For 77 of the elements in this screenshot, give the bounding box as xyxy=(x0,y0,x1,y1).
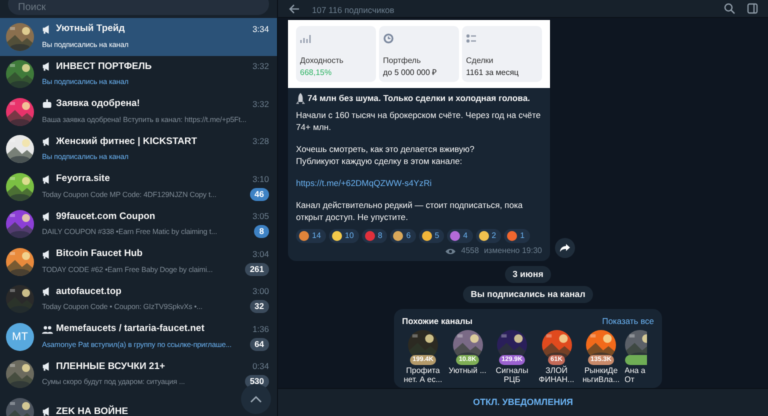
channel-name: Сигналы РЦБ xyxy=(494,366,530,384)
chat-title: Bitcoin Faucet Hub xyxy=(56,247,144,262)
chat-time: 3:04 xyxy=(252,248,269,261)
list-icon xyxy=(466,32,477,44)
eye-icon xyxy=(445,248,456,254)
chat-time: 0:34 xyxy=(252,360,269,374)
chat-title: 99faucet.com Coupon xyxy=(56,210,156,224)
share-arrow-icon xyxy=(560,244,570,252)
rocket-icon xyxy=(296,92,305,104)
stat-label: Сделки xyxy=(466,55,494,67)
stat-value: 1161 за месяц xyxy=(466,67,520,79)
unread-count: 32 xyxy=(250,300,269,314)
back-arrow-icon[interactable] xyxy=(288,4,300,14)
channel-name: Ана а От xyxy=(624,366,646,384)
people-icon xyxy=(42,324,53,335)
robot-icon xyxy=(42,98,53,110)
avatar: MT xyxy=(6,322,34,351)
stat-label: Доходность xyxy=(300,55,344,67)
post-paragraph: Начали с 160 тысяч на брокерском счёте. Через год на счёте 74+ млн. xyxy=(296,109,542,133)
stat-value: 668,15% xyxy=(300,67,333,79)
unread-count: 46 xyxy=(250,188,269,201)
chat-title: Memefaucets / tartaria-faucet.net xyxy=(56,322,206,336)
post-paragraph: Хочешь смотреть, как это делается вживую? Публикуют каждую сделку в этом канале: xyxy=(296,143,476,167)
chat-time: 3:28 xyxy=(252,135,269,148)
mute-button[interactable]: ОТКЛ. УВЕДОМЛЕНИЯ xyxy=(466,394,580,410)
chat-title: ИНВЕСТ ПОРТФЕЛЬ xyxy=(56,60,153,74)
chat-title: Заявка одобрена! xyxy=(56,97,141,112)
reaction-button[interactable]: 6 xyxy=(390,229,416,243)
reaction-button[interactable]: 10 xyxy=(328,229,359,243)
search-field[interactable]: Поиск xyxy=(8,0,269,14)
chat-title: Уютный Трейд xyxy=(56,22,126,36)
chevron-up-icon xyxy=(250,395,262,403)
show-all-link[interactable]: Показать все xyxy=(602,314,654,328)
chat-time: 3:32 xyxy=(252,60,269,74)
panel-title: Похожие каналы xyxy=(402,314,473,328)
edited-time: изменено 19:30 xyxy=(484,245,542,257)
chat-time: 3:05 xyxy=(252,210,269,224)
share-button[interactable] xyxy=(555,238,575,258)
chat-item[interactable]: ZEK НА ВОЙНЕ xyxy=(0,393,277,416)
chat-title: ZEK НА ВОЙНЕ xyxy=(56,404,130,416)
bar-chart-icon xyxy=(300,32,311,44)
post-link[interactable]: https://t.me/+62DMqQZWW-s4YzRi xyxy=(296,177,542,189)
chat-title: ПЛЕННЫЕ ВСУЧКИ 21+ xyxy=(56,360,166,374)
channel-name: РынкиДе ньгиВла... xyxy=(581,366,621,384)
stat-value: до 5 000 000 ₽ xyxy=(383,67,438,79)
chat-time: 3:32 xyxy=(252,98,269,111)
channel-suggestion[interactable]: Ана а От xyxy=(624,330,646,384)
reaction-button[interactable]: 1 xyxy=(504,229,530,243)
scroll-up-button[interactable] xyxy=(241,384,271,414)
stat-label: Портфель xyxy=(383,55,422,67)
date-label: 3 июня xyxy=(504,266,552,284)
reaction-button[interactable]: 4 xyxy=(447,229,473,243)
reaction-button[interactable]: 2 xyxy=(476,229,502,243)
sidebar-icon[interactable] xyxy=(747,3,758,14)
view-count: 4558 xyxy=(461,245,479,257)
subscriber-count: 107 116 подписчиков xyxy=(312,4,396,17)
reaction-button[interactable]: 14 xyxy=(296,229,326,243)
unread-count: 261 xyxy=(244,262,269,276)
reaction-button[interactable]: 8 xyxy=(362,229,388,243)
unread-count: 8 xyxy=(254,225,269,238)
channel-name: Профита нет. А ес... xyxy=(402,366,444,384)
chat-time: 3:34 xyxy=(252,22,269,36)
chat-title: Женский фитнес | KICKSTART xyxy=(56,134,198,149)
service-message: Вы подписались на канал xyxy=(462,286,594,303)
chat-time: 3:00 xyxy=(252,285,269,298)
unread-count: 64 xyxy=(250,338,269,351)
clock-icon xyxy=(383,32,394,44)
chat-title: autofaucet.top xyxy=(56,284,122,299)
channel-name: Уютный ... xyxy=(448,366,486,375)
post-paragraph: Канал действительно редкий — стоит подписаться, пока открыт доступ. Не упустите. xyxy=(296,199,524,223)
channel-name: ЗЛОЙ ФИНАН... xyxy=(538,366,576,384)
search-icon[interactable] xyxy=(724,3,735,14)
reaction-button[interactable]: 5 xyxy=(418,229,444,243)
post-headline: 74 млн без шума. Только сделки и холодная голова. xyxy=(308,92,530,104)
chat-title: Feyorra.site xyxy=(56,172,111,186)
chat-time: 1:36 xyxy=(252,322,269,336)
chat-time: 3:10 xyxy=(252,172,269,186)
